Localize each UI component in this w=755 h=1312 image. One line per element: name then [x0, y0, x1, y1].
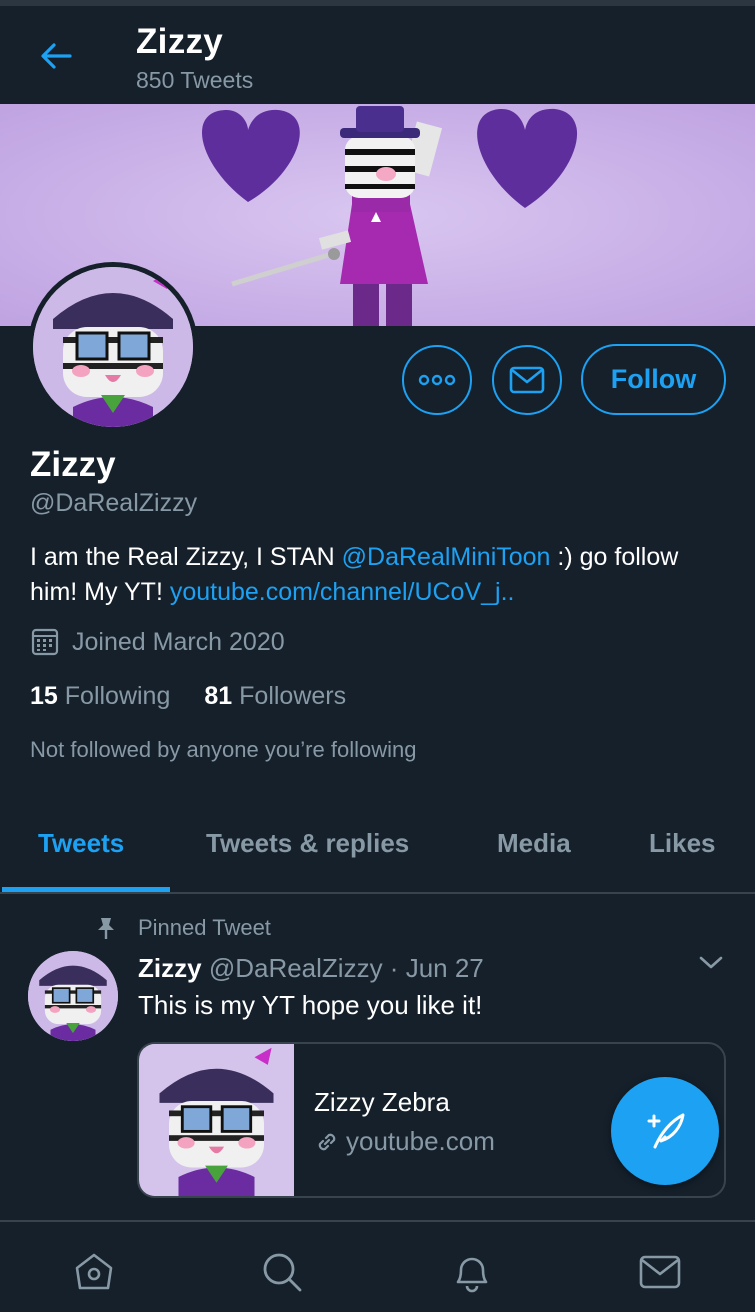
pinned-label: Pinned Tweet [138, 915, 271, 940]
tweet-text: This is my YT hope you like it! [138, 990, 483, 1020]
tweet-date[interactable]: Jun 27 [406, 953, 484, 983]
tab-tweets[interactable]: Tweets [38, 828, 124, 859]
card-thumbnail [139, 1044, 294, 1196]
envelope-icon [509, 366, 545, 394]
card-url: youtube.com [314, 1126, 495, 1157]
more-dots-icon [418, 374, 456, 386]
tab-tweets-and-replies[interactable]: Tweets & replies [206, 828, 409, 859]
followers-count: 81 [204, 682, 233, 710]
message-button[interactable] [492, 345, 562, 415]
nav-home[interactable] [72, 1250, 116, 1294]
tweet-avatar[interactable] [28, 951, 118, 1041]
joined-text: Joined March 2020 [72, 627, 285, 656]
follow-button[interactable]: Follow [581, 344, 726, 415]
tweet-separator: · [382, 953, 406, 983]
bell-icon [456, 1257, 488, 1293]
calendar-icon [31, 628, 59, 656]
avatar-image [33, 267, 193, 427]
followers-label: Followers [239, 682, 347, 710]
envelope-icon [639, 1255, 681, 1289]
avatar[interactable] [33, 267, 193, 427]
profile-tabs: Tweets Tweets & replies Media Likes [0, 800, 755, 894]
compose-icon [647, 1113, 685, 1149]
profile-header: Zizzy 850 Tweets [0, 6, 755, 104]
joined-date: Joined March 2020 [30, 627, 285, 657]
pinned-label-row: Pinned Tweet [96, 915, 271, 941]
follow-stats: 15 Following 81 Followers [30, 682, 346, 711]
compose-tweet-button[interactable] [611, 1077, 719, 1185]
search-icon [263, 1253, 302, 1292]
tweet-menu-button[interactable] [698, 955, 724, 976]
nav-messages[interactable] [638, 1250, 682, 1294]
bottom-nav [0, 1220, 755, 1312]
profile-avatar-frame [28, 262, 198, 432]
profile-bio: I am the Real Zizzy, I STAN @DaRealMiniT… [30, 540, 730, 610]
header-title: Zizzy [136, 22, 224, 61]
active-tab-indicator [2, 887, 170, 892]
tab-media[interactable]: Media [497, 828, 571, 859]
tweet-header: Zizzy @DaRealZizzy · Jun 27 [138, 953, 484, 984]
tweet-author[interactable]: Zizzy [138, 953, 202, 983]
card-url-text: youtube.com [346, 1126, 495, 1156]
followers-link[interactable]: 81 Followers [204, 682, 346, 710]
following-count: 15 [30, 682, 58, 710]
arrow-left-icon [41, 43, 72, 69]
home-icon [75, 1253, 113, 1290]
following-link[interactable]: 15 Following [30, 682, 170, 710]
tweet-avatar-image [28, 951, 118, 1041]
back-button[interactable] [34, 34, 78, 78]
bio-text: I am the Real Zizzy, I STAN [30, 543, 342, 571]
link-icon [318, 1133, 336, 1150]
bio-mention-link[interactable]: @DaRealMiniToon [342, 543, 551, 571]
bio-url-link[interactable]: youtube.com/channel/UCoV_j.. [170, 578, 515, 606]
card-title: Zizzy Zebra [314, 1087, 450, 1117]
card-thumbnail-image [140, 1044, 293, 1196]
following-label: Following [64, 682, 171, 710]
profile-name: Zizzy [30, 445, 116, 484]
tweet-count: 850 Tweets [136, 67, 254, 93]
nav-search[interactable] [260, 1250, 304, 1294]
not-followed-notice: Not followed by anyone you’re following [30, 737, 417, 762]
profile-handle: @DaRealZizzy [30, 489, 198, 517]
tab-likes[interactable]: Likes [649, 828, 716, 859]
more-button[interactable] [402, 345, 472, 415]
tweet-handle: @DaRealZizzy [208, 953, 383, 983]
pin-icon [98, 918, 114, 939]
nav-notifications[interactable] [450, 1250, 494, 1294]
chevron-down-icon [699, 956, 723, 969]
